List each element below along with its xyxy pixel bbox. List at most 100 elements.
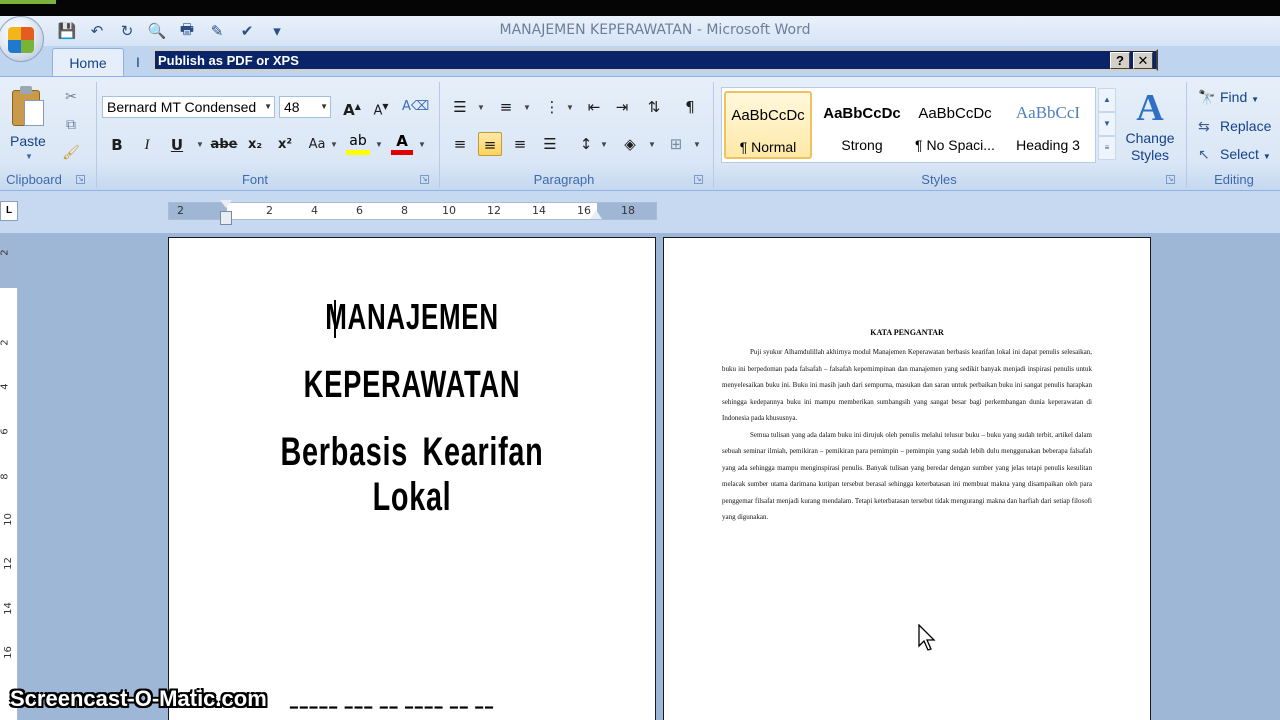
change-styles-button[interactable]: A Change Styles — [1122, 86, 1178, 164]
scroll-up-icon[interactable]: ▲ — [1098, 88, 1116, 112]
show-formatting-icon[interactable]: ¶ — [678, 95, 702, 119]
scroll-down-icon[interactable]: ▼ — [1098, 112, 1116, 136]
align-center-icon[interactable]: ≡ — [478, 132, 502, 156]
grow-font-icon: A — [343, 101, 355, 119]
ruler-tick: 2 — [0, 339, 11, 346]
superscript-button[interactable]: x² — [272, 133, 298, 157]
shading-dropdown-icon[interactable]: ▼ — [648, 140, 656, 149]
align-right-icon[interactable]: ≡ — [508, 132, 532, 156]
page-cover[interactable]: MANAJEMEN KEPERAWATAN Berbasis Kearifan … — [168, 237, 656, 720]
tab-insert[interactable]: I — [136, 54, 140, 70]
cover-title-line-2: KEPERAWATAN — [303, 364, 521, 406]
replace-icon: ⇆ — [1198, 119, 1210, 135]
more-styles-icon[interactable]: ≡ — [1098, 136, 1116, 160]
align-left-icon[interactable]: ≡ — [448, 132, 472, 156]
style-heading-3[interactable]: AaBbCcI Heading 3 — [1004, 91, 1092, 159]
left-indent-marker[interactable] — [220, 211, 232, 225]
clipboard-launcher-icon[interactable]: ↘ — [76, 175, 85, 184]
style-no-spacing[interactable]: AaBbCcDc ¶ No Spaci... — [911, 91, 999, 159]
multilevel-dropdown-icon[interactable]: ▼ — [566, 103, 574, 112]
italic-button[interactable]: I — [136, 133, 158, 157]
find-button[interactable]: 🔭 Find ▼ — [1198, 85, 1259, 109]
numbering-icon[interactable]: ≡ — [494, 95, 518, 119]
line-spacing-icon[interactable]: ↕ — [574, 132, 598, 156]
borders-dropdown-icon[interactable]: ▼ — [693, 140, 701, 149]
font-name-value: Bernard MT Condensed — [107, 99, 257, 115]
style-sample: AaBbCcDc — [731, 107, 805, 124]
cut-icon[interactable]: ✂ — [62, 88, 80, 106]
increase-indent-icon[interactable]: ⇥ — [610, 95, 634, 119]
tab-selector[interactable]: L — [0, 201, 18, 221]
select-label: Select — [1220, 146, 1259, 162]
publish-dialog-titlebar[interactable]: Publish as PDF or XPS ? ✕ — [153, 49, 1158, 71]
clear-formatting-icon[interactable]: A⌫ — [402, 95, 429, 119]
chevron-down-icon: ▼ — [264, 102, 272, 111]
highlight-icon[interactable]: ab — [346, 131, 370, 155]
close-button[interactable]: ✕ — [1133, 52, 1153, 69]
office-button[interactable] — [0, 16, 44, 62]
font-name-select[interactable]: Bernard MT Condensed ▼ — [102, 96, 275, 118]
style-name: Heading 3 — [1016, 137, 1080, 153]
help-button[interactable]: ? — [1110, 52, 1130, 69]
underline-button[interactable]: U — [166, 133, 188, 157]
strikethrough-button[interactable]: abe — [210, 133, 238, 157]
tab-home[interactable]: Home — [52, 48, 124, 76]
font-launcher-icon[interactable]: ↘ — [420, 175, 429, 184]
select-button[interactable]: ↖ Select ▼ — [1198, 142, 1271, 166]
paragraph-launcher-icon[interactable]: ↘ — [694, 175, 703, 184]
multilevel-list-icon[interactable]: ⋮ — [540, 95, 564, 119]
replace-button[interactable]: ⇆ Replace — [1198, 114, 1271, 138]
top-strip — [0, 0, 1280, 16]
style-strong[interactable]: AaBbCcDc Strong — [818, 91, 906, 159]
bullets-dropdown-icon[interactable]: ▼ — [477, 103, 485, 112]
vertical-ruler[interactable]: 2 2 4 6 8 10 12 14 16 — [0, 233, 18, 720]
window-title: MANAJEMEN KEPERAWATAN - Microsoft Word — [499, 22, 811, 38]
style-normal[interactable]: AaBbCcDc ¶ Normal — [724, 91, 812, 159]
quick-styles-gallery: AaBbCcDc ¶ Normal AaBbCcDc Strong AaBbCc… — [721, 87, 1096, 163]
styles-launcher-icon[interactable]: ↘ — [1166, 175, 1175, 184]
underline-dropdown-icon[interactable]: ▼ — [196, 140, 204, 149]
ruler-tick: 16 — [2, 646, 14, 659]
decrease-indent-icon[interactable]: ⇤ — [582, 95, 606, 119]
shrink-font-button[interactable]: A▼ — [369, 95, 393, 119]
page-foreword[interactable]: KATA PENGANTAR Puji syukur Alhamdulillah… — [663, 237, 1151, 720]
change-styles-label: Change Styles — [1125, 130, 1175, 163]
font-color-icon[interactable]: A — [391, 131, 413, 155]
change-case-button[interactable]: Aa — [304, 133, 330, 157]
select-icon: ↖ — [1198, 147, 1210, 163]
chevron-down-icon: ▼ — [1251, 95, 1260, 104]
copy-icon[interactable]: ⧉ — [62, 116, 80, 134]
style-sample: AaBbCcDc — [918, 105, 992, 122]
shading-icon[interactable]: ◈ — [618, 132, 642, 156]
ruler-tick: 12 — [487, 204, 501, 217]
horizontal-ruler[interactable]: 2 2 4 6 8 10 12 14 16 18 — [168, 202, 657, 220]
change-case-dropdown-icon[interactable]: ▼ — [330, 140, 338, 149]
sort-icon[interactable]: ⇅ — [642, 95, 666, 119]
line-spacing-dropdown-icon[interactable]: ▼ — [600, 140, 608, 149]
right-indent-marker[interactable] — [590, 210, 602, 219]
paste-dropdown-icon[interactable]: ▼ — [25, 152, 33, 161]
format-painter-icon[interactable]: 🖌 — [62, 144, 80, 162]
paste-icon[interactable] — [10, 86, 46, 130]
first-line-indent-marker[interactable] — [220, 200, 232, 208]
ruler-tick: 8 — [0, 473, 11, 480]
ruler-tick: 6 — [356, 204, 363, 217]
separator — [96, 82, 97, 188]
subscript-button[interactable]: x₂ — [242, 133, 268, 157]
mouse-pointer-icon — [918, 624, 936, 651]
bullets-icon[interactable]: ☰ — [448, 95, 472, 119]
borders-icon[interactable]: ⊞ — [664, 132, 688, 156]
ruler-tick: 8 — [401, 204, 408, 217]
styles-scroll: ▲ ▼ ≡ — [1098, 88, 1116, 162]
ruler-tick: 2 — [0, 249, 11, 256]
editing-group-label: Editing — [1214, 172, 1254, 187]
font-color-dropdown-icon[interactable]: ▼ — [418, 140, 426, 149]
justify-icon[interactable]: ☰ — [538, 132, 562, 156]
bold-button[interactable]: B — [106, 133, 128, 157]
font-size-select[interactable]: 48 ▼ — [279, 96, 331, 118]
paste-button[interactable]: Paste — [10, 133, 46, 149]
highlight-dropdown-icon[interactable]: ▼ — [375, 140, 383, 149]
numbering-dropdown-icon[interactable]: ▼ — [523, 103, 531, 112]
top-strip-accent — [0, 0, 56, 4]
grow-font-button[interactable]: A▲ — [340, 95, 364, 119]
